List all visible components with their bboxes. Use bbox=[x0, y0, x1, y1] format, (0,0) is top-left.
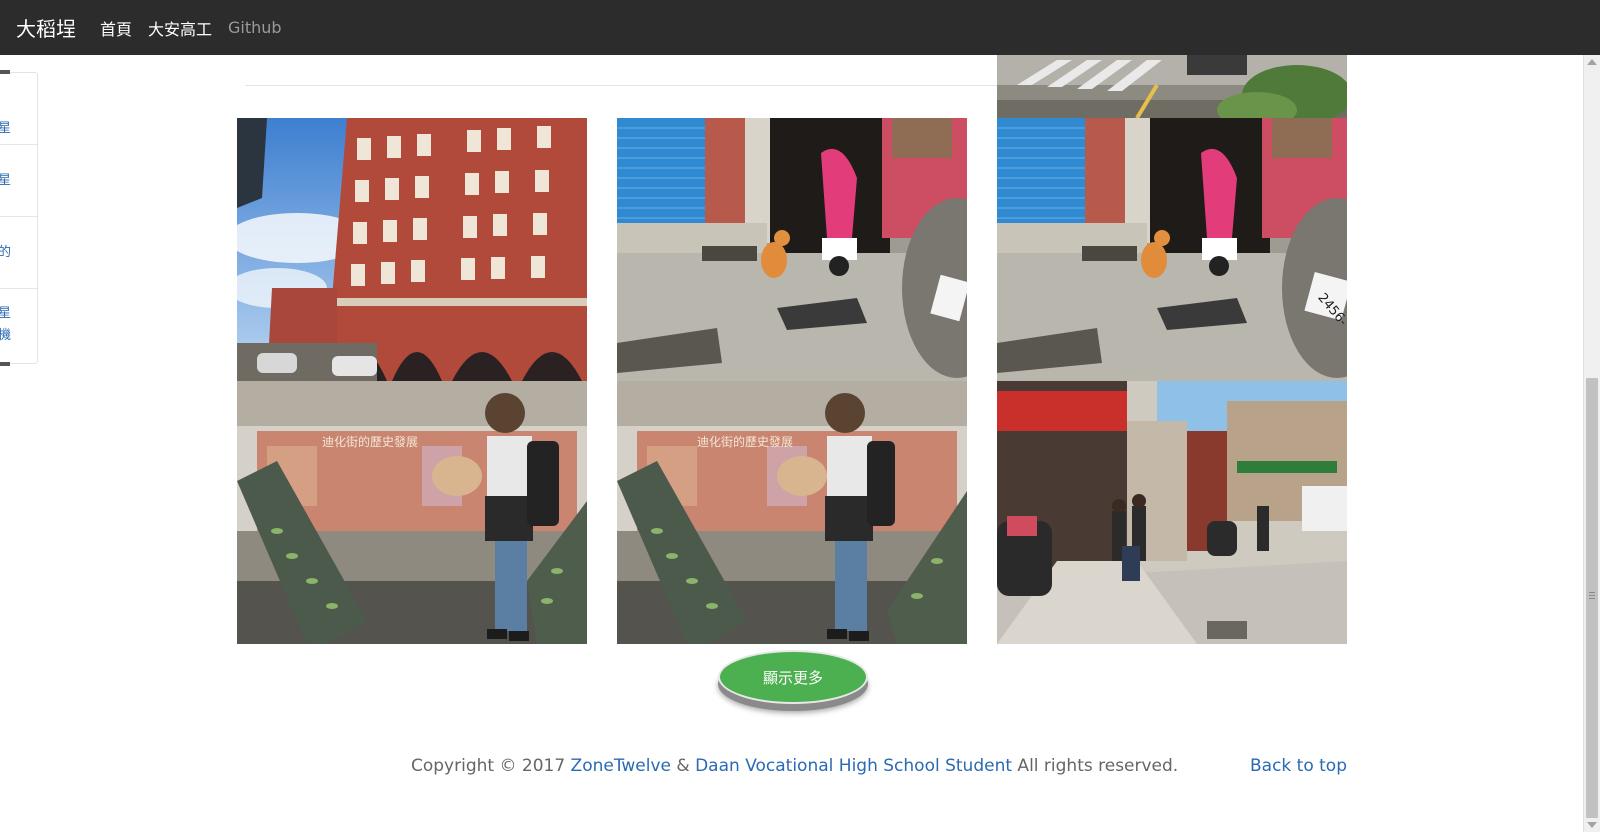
back-to-top-link[interactable]: Back to top bbox=[1250, 756, 1347, 776]
nav-link-daan[interactable]: 大安高工 bbox=[148, 16, 212, 40]
side-nav-item[interactable]: 的 bbox=[0, 217, 38, 289]
nav-link-github[interactable]: Github bbox=[228, 18, 282, 37]
copyright-suffix: All rights reserved. bbox=[1012, 756, 1179, 776]
gallery-photo[interactable] bbox=[997, 381, 1347, 644]
vertical-scrollbar[interactable] bbox=[1583, 55, 1600, 832]
copyright-prefix: Copyright © 2017 bbox=[411, 756, 571, 776]
scroll-thumb[interactable] bbox=[1586, 378, 1598, 818]
copyright-text: Copyright © 2017 ZoneTwelve & Daan Vocat… bbox=[411, 756, 1178, 776]
scroll-down-arrow-icon[interactable] bbox=[1587, 822, 1597, 828]
side-nav-item-label: 機 bbox=[0, 328, 12, 343]
author-link[interactable]: ZoneTwelve bbox=[571, 756, 671, 776]
side-nav-item-label: 的 bbox=[0, 242, 38, 264]
side-nav: 星 星 的 星 機 bbox=[0, 70, 38, 366]
svg-text:迪化街的歷史發展: 迪化街的歷史發展 bbox=[697, 434, 793, 449]
school-link[interactable]: Daan Vocational High School Student bbox=[695, 756, 1012, 776]
side-nav-item[interactable]: 星 機 bbox=[0, 289, 38, 361]
nav-link-home[interactable]: 首頁 bbox=[100, 16, 132, 40]
gallery-photo[interactable] bbox=[237, 118, 587, 381]
navbar: 大稻埕 首頁 大安高工 Github bbox=[0, 0, 1600, 55]
gallery-photo[interactable]: 迪化街的歷史發展 bbox=[617, 381, 967, 644]
side-nav-item-label: 星 bbox=[0, 118, 38, 140]
divider bbox=[245, 85, 998, 86]
show-more-button[interactable]: 顯示更多 bbox=[718, 650, 868, 704]
gallery-photo[interactable] bbox=[617, 118, 967, 381]
grip-icon bbox=[1589, 592, 1595, 599]
scroll-up-arrow-icon[interactable] bbox=[1587, 59, 1597, 65]
svg-text:迪化街的歷史發展: 迪化街的歷史發展 bbox=[322, 434, 418, 449]
side-nav-item-label: 星 bbox=[0, 170, 38, 192]
side-nav-item-label: 星 bbox=[0, 306, 12, 321]
side-nav-item[interactable]: 星 bbox=[0, 145, 38, 217]
brand-link[interactable]: 大稻埕 bbox=[16, 13, 76, 42]
gallery-photo[interactable]: 迪化街的歷史發展 bbox=[237, 381, 587, 644]
side-nav-item[interactable]: 星 bbox=[0, 73, 38, 145]
copyright-amp: & bbox=[671, 756, 696, 776]
gallery-photo[interactable]: 2456- bbox=[997, 118, 1347, 381]
gallery-photo[interactable] bbox=[997, 55, 1347, 118]
side-nav-accent-bottom bbox=[0, 362, 10, 366]
